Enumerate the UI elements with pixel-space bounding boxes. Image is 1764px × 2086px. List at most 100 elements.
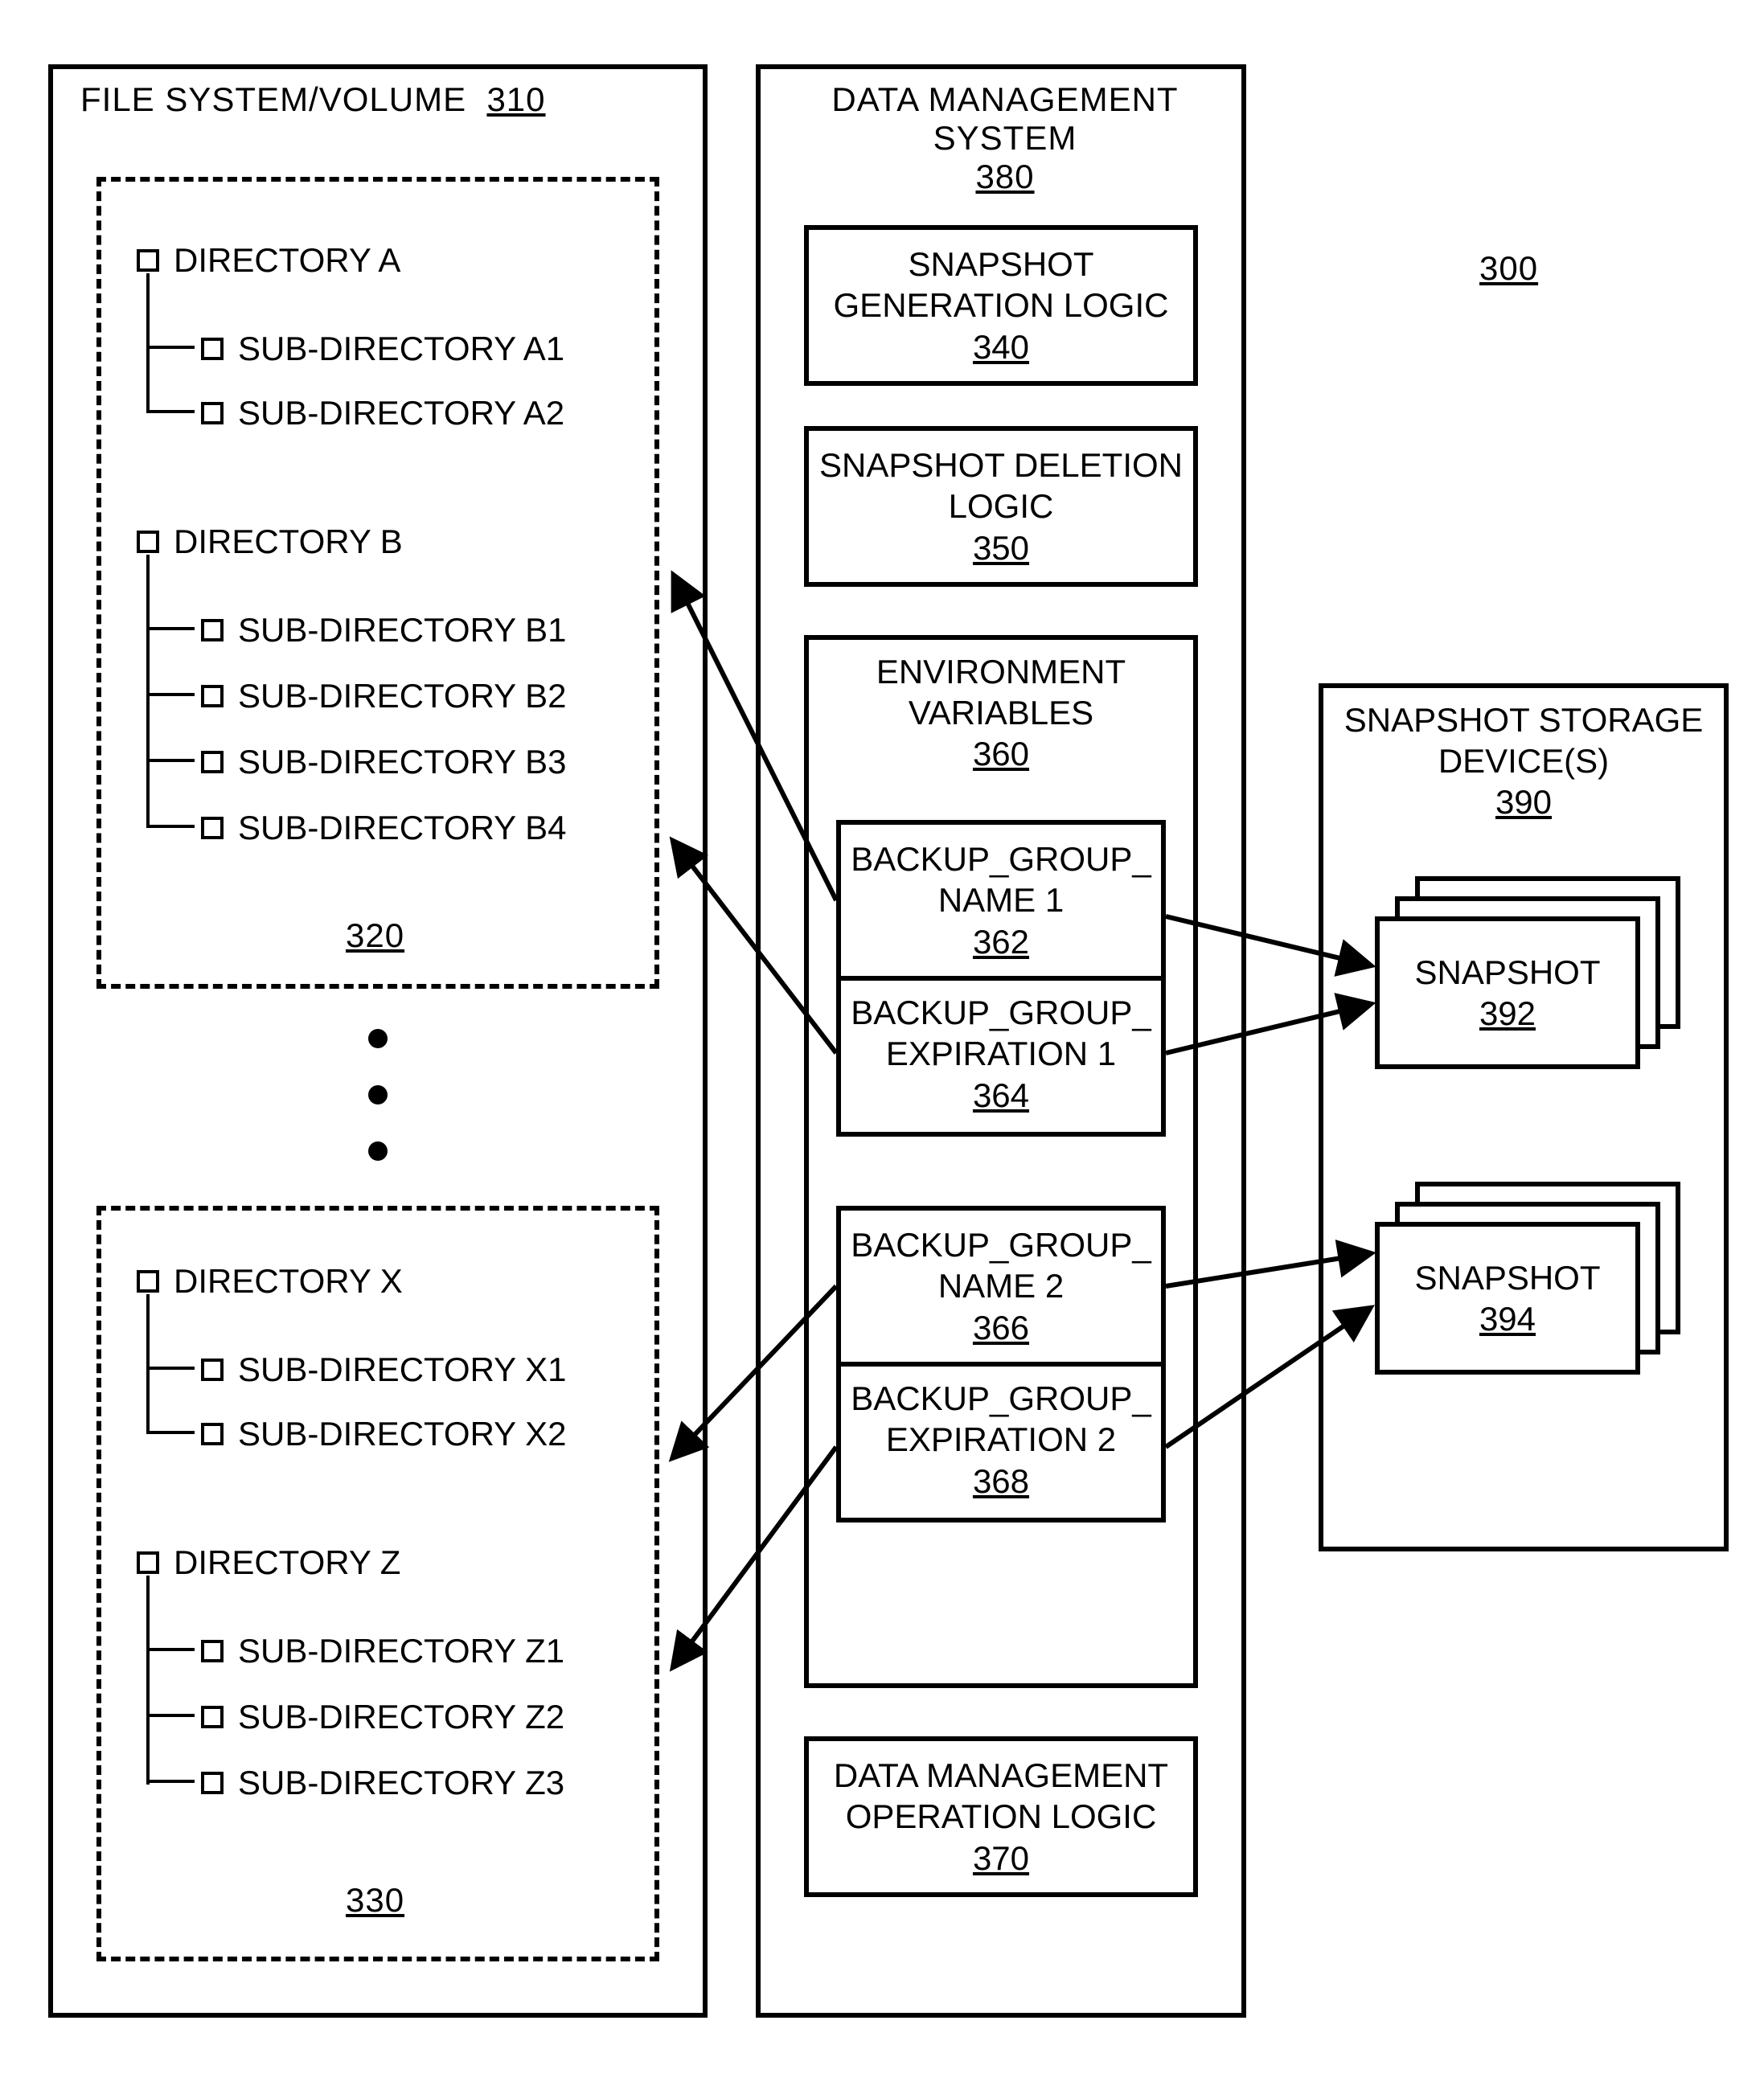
tree-line: [146, 410, 195, 413]
sub-z3: SUB-DIRECTORY Z3: [201, 1764, 564, 1802]
folder-icon: [201, 619, 224, 641]
file-system-title: FILE SYSTEM/VOLUME 310: [80, 80, 546, 119]
tree-line: [146, 627, 195, 630]
tree-line: [146, 1431, 195, 1434]
snap-del-ref: 350: [966, 527, 1036, 568]
storage-title-l1: SNAPSHOT STORAGE: [1319, 699, 1729, 740]
tree-line: [146, 1367, 195, 1370]
tree-line: [146, 1780, 195, 1783]
folder-icon: [201, 338, 224, 360]
sub-x2-label: SUB-DIRECTORY X2: [238, 1415, 566, 1453]
snap-gen-l2: GENERATION LOGIC: [809, 285, 1193, 326]
snap1-ref: 392: [1473, 993, 1542, 1034]
sub-b3-label: SUB-DIRECTORY B3: [238, 743, 566, 781]
dir-b-label: DIRECTORY B: [174, 523, 403, 561]
group1-ref: 320: [346, 916, 404, 955]
bge1-l2: EXPIRATION 1: [841, 1033, 1161, 1074]
tree-line: [146, 1576, 150, 1785]
snap-gen-box: SNAPSHOT GENERATION LOGIC 340: [804, 225, 1198, 386]
op-logic-ref: 370: [966, 1838, 1036, 1879]
storage-ref: 390: [1489, 781, 1558, 822]
dir-b: DIRECTORY B: [137, 523, 403, 561]
bge2-ref: 368: [966, 1461, 1036, 1502]
figure-ref: 300: [1479, 249, 1538, 288]
sub-x1: SUB-DIRECTORY X1: [201, 1350, 566, 1389]
sub-a1: SUB-DIRECTORY A1: [201, 330, 564, 368]
env-l1: ENVIRONMENT: [804, 651, 1198, 692]
folder-icon: [201, 1423, 224, 1445]
env-l2: VARIABLES: [804, 692, 1198, 733]
op-logic-l1: DATA MANAGEMENT: [809, 1755, 1193, 1796]
bge1-ref: 364: [966, 1075, 1036, 1116]
sub-b2: SUB-DIRECTORY B2: [201, 677, 566, 715]
snap-del-box: SNAPSHOT DELETION LOGIC 350: [804, 426, 1198, 587]
dir-z: DIRECTORY Z: [137, 1543, 400, 1582]
snap-gen-ref: 340: [966, 326, 1036, 367]
bge1-box: BACKUP_GROUP_ EXPIRATION 1 364: [836, 976, 1166, 1137]
sub-a2-label: SUB-DIRECTORY A2: [238, 394, 564, 432]
sub-a2: SUB-DIRECTORY A2: [201, 394, 564, 432]
bge1-l1: BACKUP_GROUP_: [841, 992, 1161, 1033]
tree-line: [146, 693, 195, 696]
op-logic-l2: OPERATION LOGIC: [809, 1796, 1193, 1837]
dms-title-text: DATA MANAGEMENT SYSTEM: [831, 80, 1178, 157]
bge2-l2: EXPIRATION 2: [841, 1419, 1161, 1460]
sub-b1: SUB-DIRECTORY B1: [201, 611, 566, 650]
snap1-label: SNAPSHOT: [1380, 952, 1635, 993]
sub-z1-label: SUB-DIRECTORY Z1: [238, 1632, 564, 1670]
sub-b4: SUB-DIRECTORY B4: [201, 809, 566, 847]
tree-line: [146, 273, 150, 410]
tree-line: [146, 1294, 150, 1431]
bgn2-ref: 366: [966, 1307, 1036, 1348]
tree-line: [146, 1714, 195, 1717]
tree-line: [146, 346, 195, 349]
sub-z2-label: SUB-DIRECTORY Z2: [238, 1698, 564, 1736]
env-box: [804, 635, 1198, 1688]
file-system-ref: 310: [486, 80, 545, 118]
tree-line: [146, 759, 195, 762]
folder-icon: [137, 531, 159, 553]
bge2-l1: BACKUP_GROUP_: [841, 1378, 1161, 1419]
dms-title: DATA MANAGEMENT SYSTEM 380: [780, 80, 1230, 196]
bgn2-l1: BACKUP_GROUP_: [841, 1224, 1161, 1265]
file-system-title-text: FILE SYSTEM/VOLUME: [80, 80, 466, 118]
sub-z2: SUB-DIRECTORY Z2: [201, 1698, 564, 1736]
sub-x1-label: SUB-DIRECTORY X1: [238, 1350, 566, 1389]
ellipsis-dot: [368, 1141, 388, 1161]
ellipsis-dot: [368, 1085, 388, 1104]
tree-line: [146, 825, 195, 828]
dir-z-label: DIRECTORY Z: [174, 1543, 400, 1582]
env-title: ENVIRONMENT VARIABLES 360: [804, 651, 1198, 775]
sub-z3-label: SUB-DIRECTORY Z3: [238, 1764, 564, 1802]
sub-a1-label: SUB-DIRECTORY A1: [238, 330, 564, 368]
op-logic-box: DATA MANAGEMENT OPERATION LOGIC 370: [804, 1736, 1198, 1897]
sub-b4-label: SUB-DIRECTORY B4: [238, 809, 566, 847]
snapshot-392-stack: SNAPSHOT 392: [1375, 876, 1680, 1077]
snap2-label: SNAPSHOT: [1380, 1257, 1635, 1298]
folder-icon: [137, 1551, 159, 1574]
storage-title-l2: DEVICE(S): [1319, 740, 1729, 781]
sub-z1: SUB-DIRECTORY Z1: [201, 1632, 564, 1670]
snap-gen-l1: SNAPSHOT: [809, 244, 1193, 285]
folder-icon: [201, 817, 224, 839]
folder-icon: [201, 751, 224, 773]
bgn1-l1: BACKUP_GROUP_: [841, 838, 1161, 879]
bgn1-ref: 362: [966, 921, 1036, 962]
folder-icon: [201, 1706, 224, 1728]
sub-b1-label: SUB-DIRECTORY B1: [238, 611, 566, 650]
tree-line: [146, 555, 150, 828]
storage-title: SNAPSHOT STORAGE DEVICE(S) 390: [1319, 699, 1729, 823]
bgn1-l2: NAME 1: [841, 879, 1161, 920]
folder-icon: [137, 1270, 159, 1293]
dms-ref: 380: [975, 158, 1034, 195]
env-ref: 360: [966, 733, 1036, 774]
dir-a: DIRECTORY A: [137, 241, 400, 280]
folder-icon: [201, 1640, 224, 1662]
folder-icon: [201, 1772, 224, 1794]
bge2-box: BACKUP_GROUP_ EXPIRATION 2 368: [836, 1362, 1166, 1522]
folder-icon: [201, 685, 224, 707]
snap2-ref: 394: [1473, 1298, 1542, 1339]
dir-x-label: DIRECTORY X: [174, 1262, 403, 1301]
sub-b2-label: SUB-DIRECTORY B2: [238, 677, 566, 715]
sub-x2: SUB-DIRECTORY X2: [201, 1415, 566, 1453]
